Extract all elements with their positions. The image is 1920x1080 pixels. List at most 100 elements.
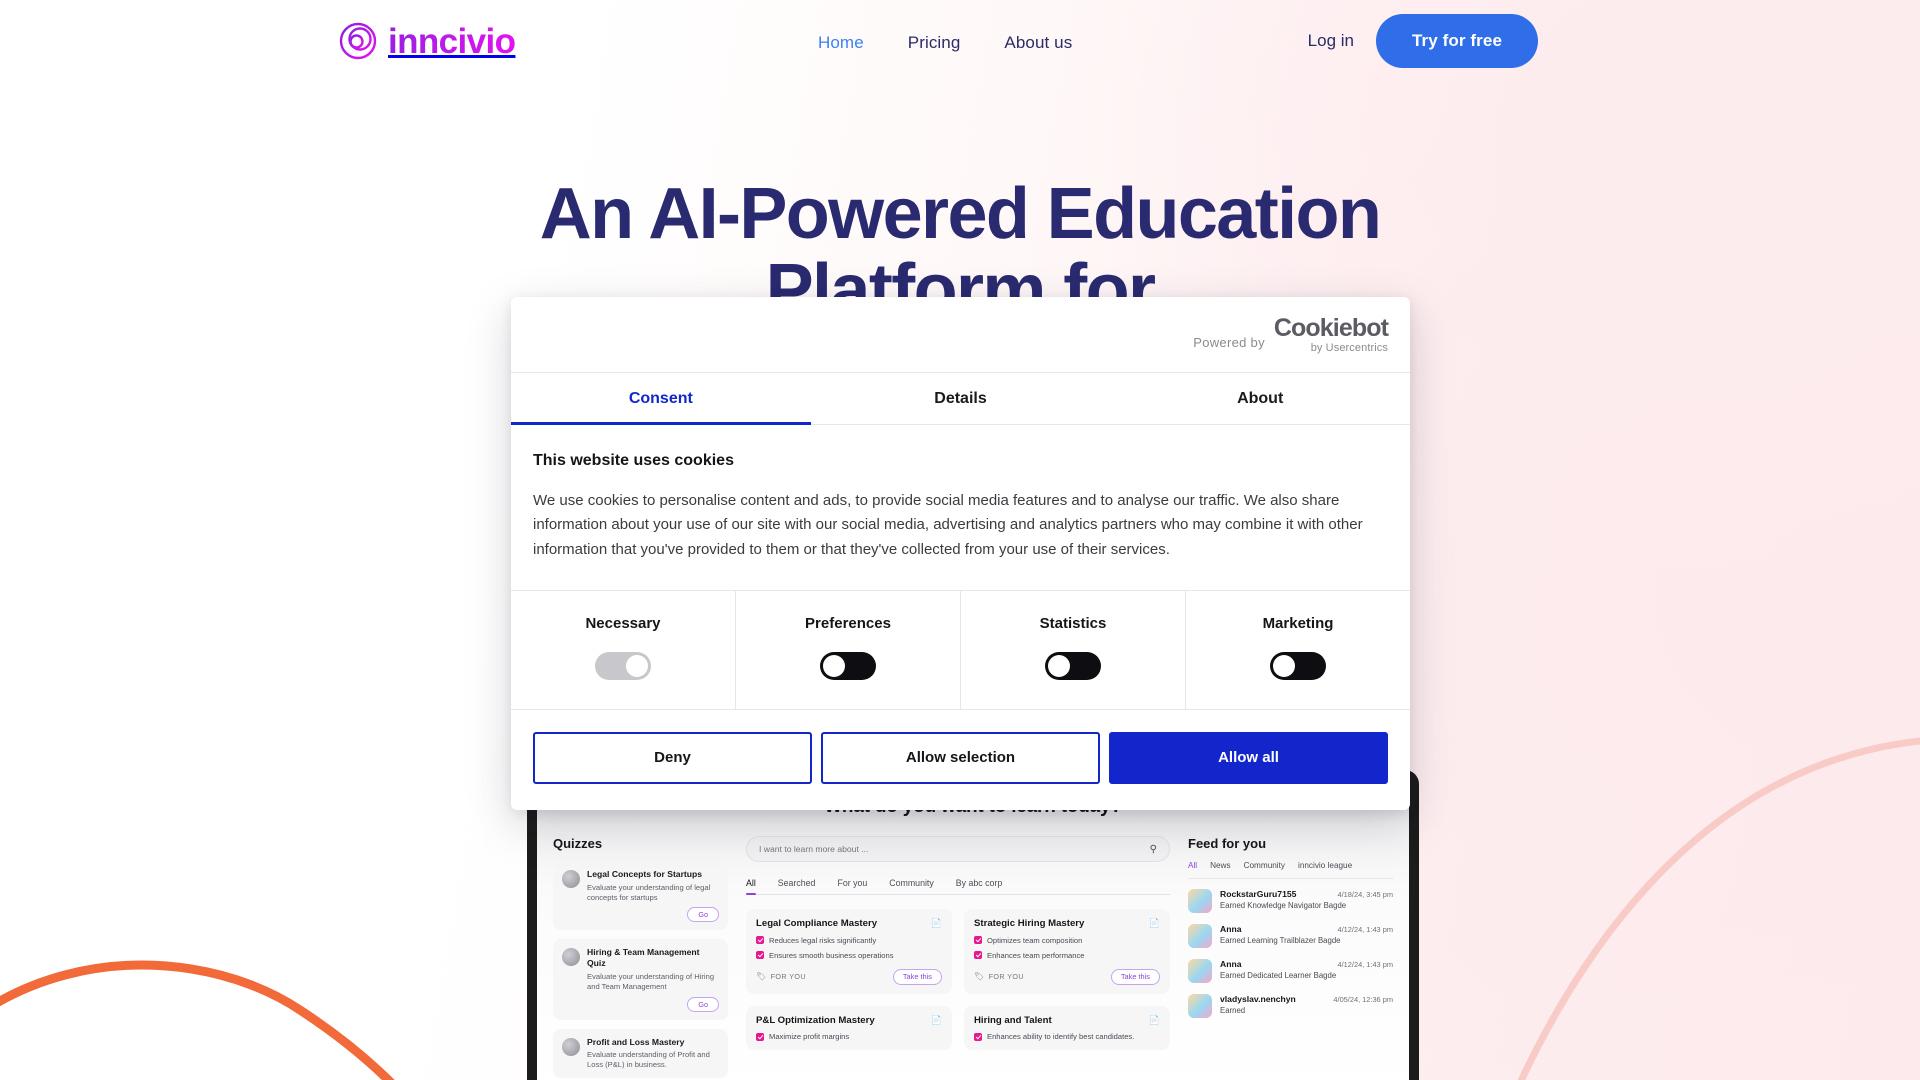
document-icon: 📄	[1148, 1014, 1160, 1025]
logo-link[interactable]: inncivio	[338, 21, 516, 61]
course-card[interactable]: P&L Optimization Mastery 📄 Maximize prof…	[746, 1005, 952, 1050]
course-title: Hiring and Talent	[974, 1014, 1052, 1026]
category-label: Statistics	[1039, 614, 1107, 632]
quiz-avatar	[562, 1037, 580, 1056]
feed-description: Earned Knowledge Navigator Bagde	[1220, 901, 1347, 910]
document-icon: 📄	[1148, 918, 1160, 928]
orange-curve-decoration	[0, 960, 395, 1080]
quiz-list-item[interactable]: Profit and Loss Mastery Evaluate underst…	[553, 1028, 728, 1079]
feed-tab-inncivio-league[interactable]: inncivio league	[1298, 861, 1352, 870]
feed-title: Feed for you	[1188, 836, 1267, 851]
category-label: Preferences	[805, 614, 891, 632]
content-tab-for-you[interactable]: For you	[837, 878, 867, 888]
learning-search-input[interactable]: I want to learn more about ... ⚲	[746, 836, 1170, 862]
content-tabs: All Searched For you Community By abc co…	[746, 878, 1170, 895]
deny-button[interactable]: Deny	[533, 731, 812, 784]
toggle-knob	[1048, 654, 1070, 677]
feed-list-item[interactable]: Anna 4/12/24, 1:43 pm Earned Learning Tr…	[1188, 924, 1393, 948]
powered-by-cookiebot: Powered by Cookiebot by Usercentrics	[1193, 313, 1389, 354]
course-title: Strategic Hiring Mastery	[974, 918, 1085, 929]
spiral-circle-icon	[339, 22, 377, 60]
cookie-category-necessary: Necessary	[511, 590, 736, 709]
allow-all-button[interactable]: Allow all	[1109, 731, 1388, 784]
quiz-description: Evaluate your understanding of Hiring an…	[587, 971, 715, 991]
cookie-dialog-content: This website uses cookies We use cookies…	[511, 425, 1410, 590]
take-this-button[interactable]: Take this	[892, 968, 942, 985]
toggle-knob	[823, 654, 845, 677]
toggle-statistics[interactable]	[1045, 651, 1101, 680]
checkbox-icon	[756, 936, 764, 944]
toggle-knob	[626, 654, 648, 677]
tab-details[interactable]: Details	[811, 373, 1111, 424]
cookiebot-brand-name: Cookiebot	[1273, 313, 1389, 342]
feed-description: Earned	[1220, 1006, 1246, 1015]
category-label: Marketing	[1262, 614, 1334, 632]
take-this-button[interactable]: Take this	[1110, 968, 1160, 985]
cookie-category-list: Necessary Preferences Statistics Marketi…	[511, 589, 1410, 710]
checkbox-icon	[756, 951, 764, 959]
course-benefit: Optimizes team composition	[987, 935, 1083, 945]
course-title: Legal Compliance Mastery	[756, 918, 878, 929]
quiz-list-item[interactable]: Legal Concepts for Startups Evaluate you…	[553, 861, 728, 931]
feed-avatar	[1188, 994, 1212, 1018]
try-for-free-button[interactable]: Try for free	[1375, 14, 1538, 68]
course-card[interactable]: Strategic Hiring Mastery 📄 Optimizes tea…	[964, 909, 1170, 994]
quiz-description: Evaluate understanding of Profit and Los…	[587, 1050, 710, 1070]
nav-item-about-us[interactable]: About us	[1004, 34, 1072, 51]
feed-timestamp: 4/05/24, 12:36 pm	[1333, 995, 1393, 1004]
allow-selection-button[interactable]: Allow selection	[821, 731, 1100, 784]
cookie-dialog-paragraph: We use cookies to personalise content an…	[533, 492, 1363, 558]
tab-consent[interactable]: Consent	[511, 373, 811, 425]
content-tab-community[interactable]: Community	[889, 878, 933, 888]
category-label: Necessary	[585, 614, 661, 632]
cookie-category-preferences: Preferences	[736, 590, 961, 709]
content-tab-searched[interactable]: Searched	[778, 878, 816, 888]
course-card[interactable]: Hiring and Talent 📄 Enhances ability to …	[964, 1005, 1170, 1050]
toggle-preferences[interactable]	[820, 651, 876, 680]
quiz-description: Evaluate your understanding of legal con…	[587, 882, 711, 902]
logo-text: inncivio	[388, 21, 516, 61]
feed-tabs: All News Community inncivio league	[1188, 861, 1393, 879]
document-icon: 📄	[930, 918, 942, 928]
feed-list-item[interactable]: RockstarGuru7155 4/18/24, 3:45 pm Earned…	[1188, 889, 1393, 913]
content-tab-all[interactable]: All	[746, 878, 756, 895]
feed-list-item[interactable]: Anna 4/12/24, 1:43 pm Earned Dedicated L…	[1188, 959, 1393, 983]
tab-about[interactable]: About	[1110, 373, 1410, 424]
feed-user-name: Anna	[1220, 924, 1242, 934]
feed-description: Earned Learning Trailblazer Bagde	[1220, 936, 1341, 945]
feed-user-name: Anna	[1220, 959, 1242, 969]
course-benefit: Ensures smooth business operations	[769, 950, 894, 960]
quiz-avatar	[562, 870, 580, 888]
cookie-dialog-tabs: Consent Details About	[511, 372, 1410, 425]
feed-list-item[interactable]: vladyslav.nenchyn 4/05/24, 12:36 pm Earn…	[1188, 994, 1393, 1018]
site-header: inncivio Home Pricing About us Log in Tr…	[0, 0, 1920, 96]
product-screenshot-mock: What do you want to learn today? Quizzes…	[527, 770, 1419, 1080]
cookie-dialog-heading: This website uses cookies	[533, 452, 734, 469]
nav-item-home[interactable]: Home	[818, 34, 864, 51]
toggle-marketing[interactable]	[1270, 651, 1326, 680]
feed-user-name: vladyslav.nenchyn	[1220, 994, 1296, 1004]
tag-icon: 🏷	[974, 972, 985, 981]
course-benefit: Maximize profit margins	[769, 1032, 850, 1041]
feed-tab-all[interactable]: All	[1188, 861, 1197, 870]
quiz-go-button[interactable]: Go	[687, 996, 719, 1012]
feed-avatar	[1188, 924, 1212, 948]
feed-tab-news[interactable]: News	[1210, 861, 1230, 870]
login-link[interactable]: Log in	[1308, 31, 1354, 51]
course-title: P&L Optimization Mastery	[756, 1014, 875, 1026]
feed-tab-community[interactable]: Community	[1244, 861, 1285, 870]
content-tab-by-abc-corp[interactable]: By abc corp	[956, 878, 1002, 888]
main-navigation: Home Pricing About us	[818, 34, 1072, 51]
course-card[interactable]: Legal Compliance Mastery 📄 Reduces legal…	[746, 909, 952, 994]
quiz-list-item[interactable]: Hiring & Team Management Quiz Evaluate y…	[553, 939, 728, 1020]
cookie-category-statistics: Statistics	[961, 590, 1186, 709]
cookiebot-brand-subtitle: by Usercentrics	[1310, 341, 1388, 354]
nav-item-pricing[interactable]: Pricing	[908, 34, 961, 51]
course-benefit: Enhances ability to identify best candid…	[987, 1032, 1135, 1041]
quiz-go-button[interactable]: Go	[687, 907, 719, 923]
course-benefit: Enhances team performance	[987, 950, 1085, 960]
feed-avatar	[1188, 959, 1212, 983]
header-actions: Log in Try for free	[1308, 14, 1538, 68]
feed-panel: Feed for you All News Community inncivio…	[1188, 836, 1393, 1080]
feed-timestamp: 4/12/24, 1:43 pm	[1337, 925, 1393, 934]
